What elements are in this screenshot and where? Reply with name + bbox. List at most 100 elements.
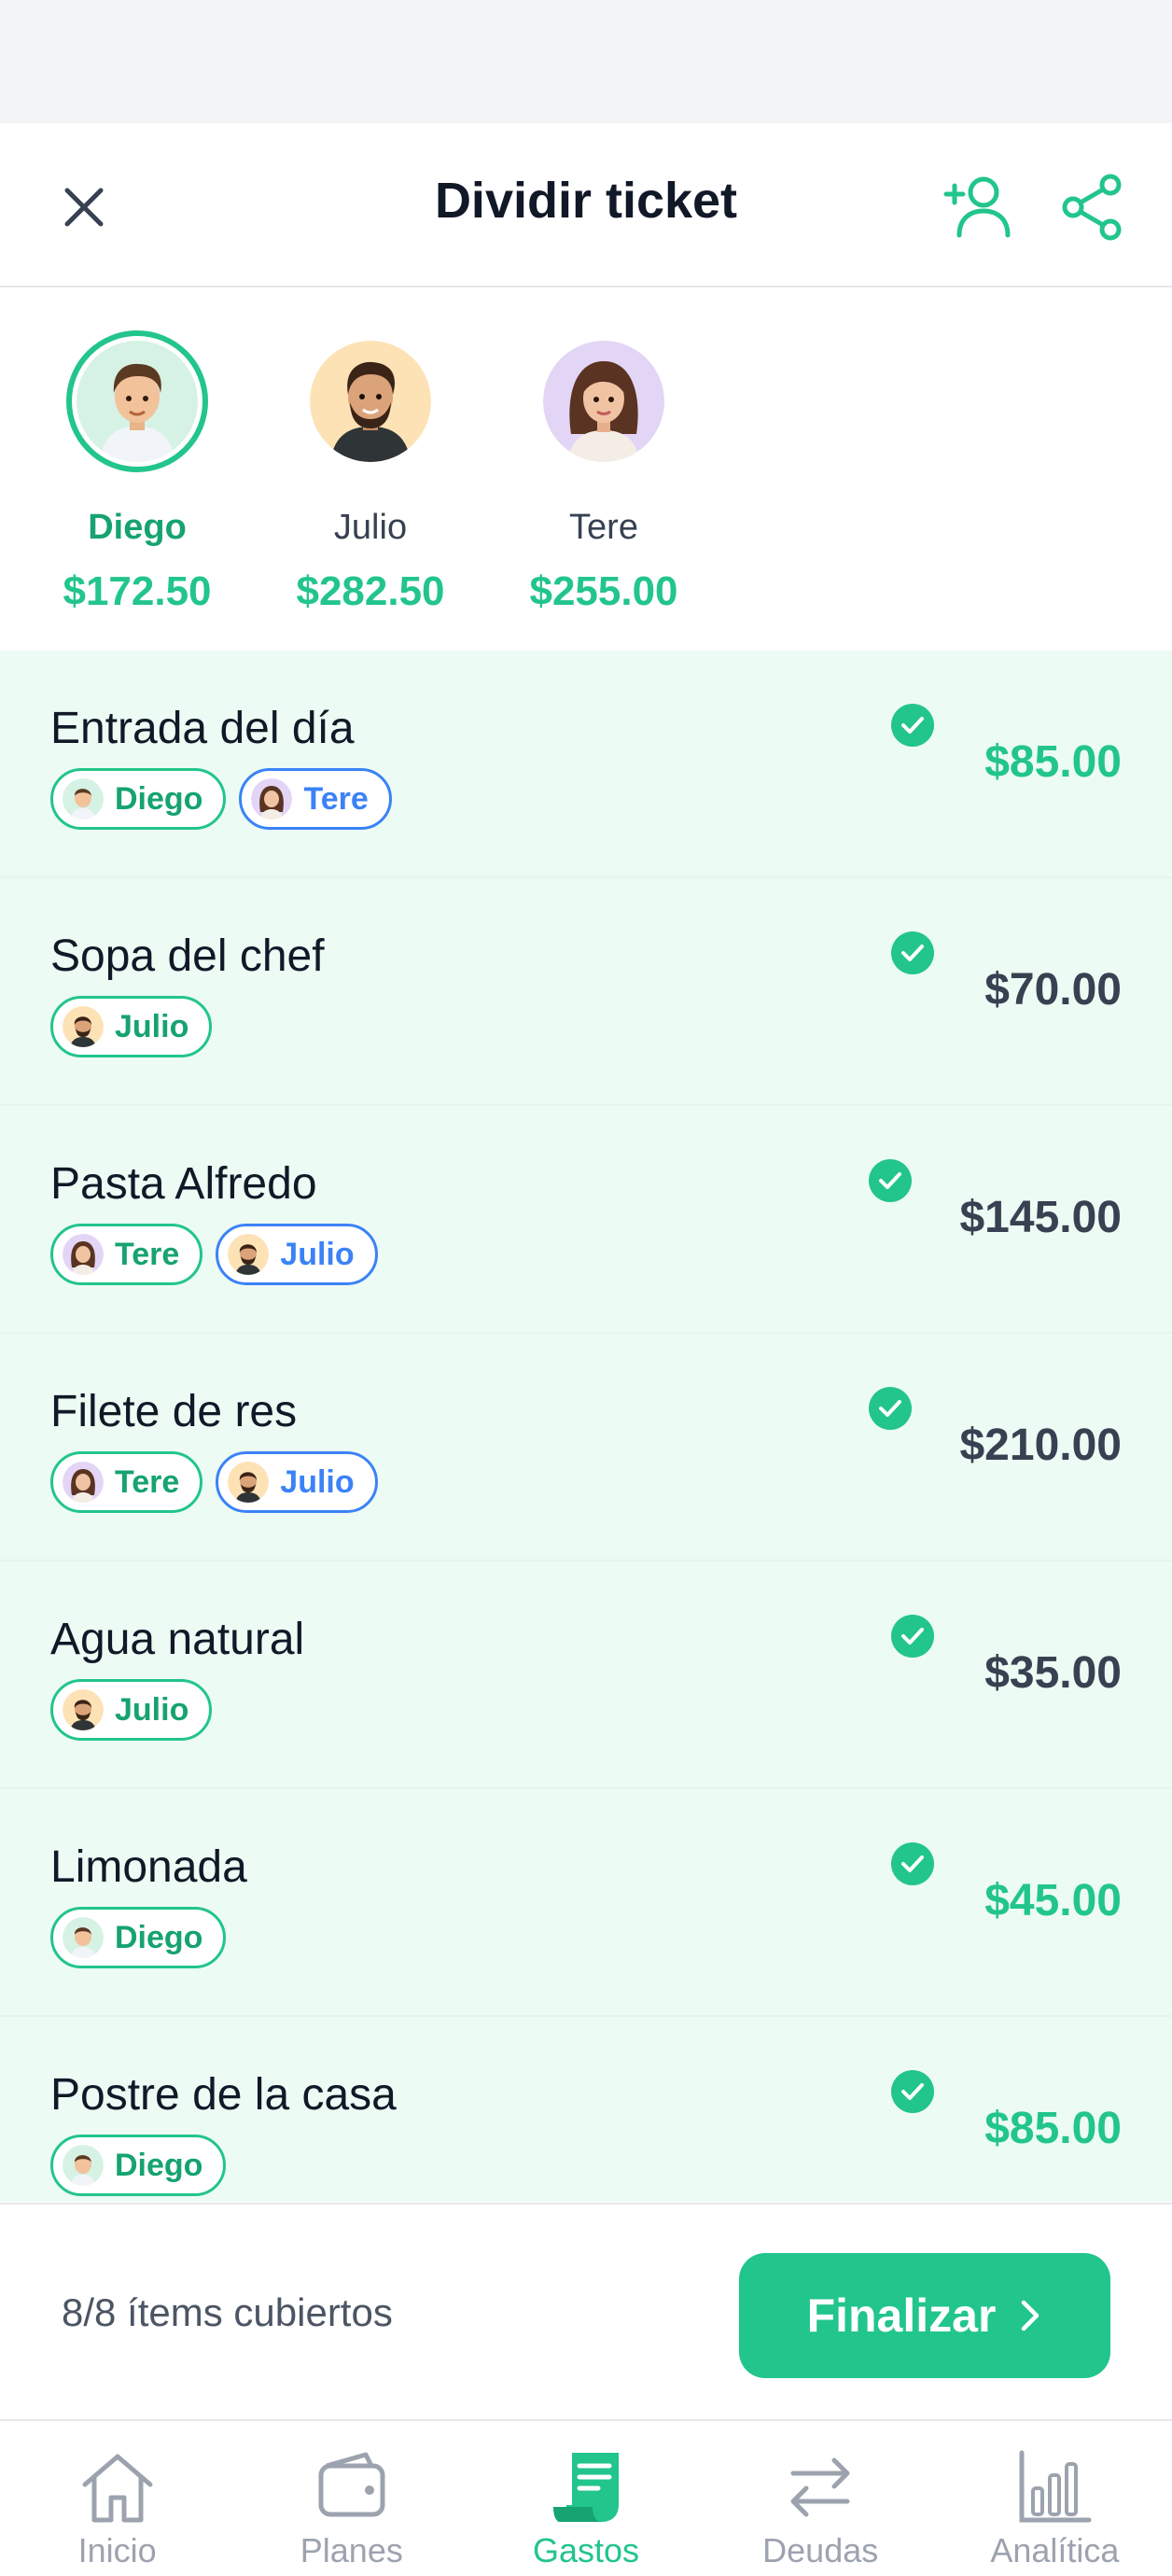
tab-label: Inicio xyxy=(77,2531,157,2569)
finalize-label: Finalizar xyxy=(806,2289,997,2342)
tab-deudas[interactable]: Deudas xyxy=(704,2421,938,2576)
add-user-icon xyxy=(943,176,1011,238)
finalize-button[interactable]: Finalizar xyxy=(739,2253,1110,2378)
assignee-chips: Julio xyxy=(50,1679,213,1741)
share-button[interactable] xyxy=(1054,170,1129,245)
item-name: Limonada xyxy=(50,1842,247,1892)
items-list: Entrada del día Diego Tere $85.00 Sopa d… xyxy=(0,651,1172,2202)
item-name: Filete de res xyxy=(50,1387,298,1436)
tab-gastos[interactable]: Gastos xyxy=(468,2421,703,2576)
julio-avatar xyxy=(310,341,431,462)
check-icon xyxy=(869,1159,912,1202)
list-item[interactable]: Limonada Diego $45.00 xyxy=(0,1789,1172,2017)
transfer-icon xyxy=(790,2457,850,2517)
check-icon xyxy=(891,931,934,974)
status-bar-area xyxy=(0,0,1172,123)
item-price: $70.00 xyxy=(984,965,1122,1015)
tab-label: Analítica xyxy=(990,2531,1120,2569)
chip-tere[interactable]: Tere xyxy=(239,768,392,830)
list-item[interactable]: Pasta Alfredo Tere Julio $145.00 xyxy=(0,1106,1172,1334)
item-name: Agua natural xyxy=(50,1615,305,1664)
tab-label: Gastos xyxy=(532,2531,640,2569)
assignee-chips: Julio xyxy=(50,996,213,1057)
chip-label: Diego xyxy=(115,1919,203,1955)
avatar-ring xyxy=(533,330,675,472)
diego-avatar xyxy=(63,2145,104,2186)
tab-analitica[interactable]: Analítica xyxy=(938,2421,1172,2576)
check-icon xyxy=(891,704,934,747)
check-icon xyxy=(891,1842,934,1885)
check-icon xyxy=(891,2070,934,2113)
assignee-chips: Tere Julio xyxy=(50,1451,378,1513)
tab-planes[interactable]: Planes xyxy=(234,2421,468,2576)
chip-label: Diego xyxy=(115,2147,203,2183)
person-name: Julio xyxy=(333,508,408,547)
julio-avatar xyxy=(228,1234,270,1275)
assignee-chips: Diego xyxy=(50,2135,227,2196)
avatar-ring xyxy=(66,330,208,472)
person-amount: $172.50 xyxy=(63,568,212,614)
avatar-ring xyxy=(300,330,441,472)
chip-label: Tere xyxy=(303,780,369,817)
chip-julio[interactable]: Julio xyxy=(216,1451,378,1513)
person-name: Tere xyxy=(569,508,638,547)
list-item[interactable]: Agua natural Julio $35.00 xyxy=(0,1561,1172,1789)
tere-avatar xyxy=(543,341,664,462)
list-item[interactable]: Sopa del chef Julio $70.00 xyxy=(0,878,1172,1106)
person-tere[interactable]: Tere $255.00 xyxy=(487,330,720,615)
add-person-button[interactable] xyxy=(942,170,1017,245)
item-price: $45.00 xyxy=(984,1876,1122,1925)
item-price: $85.00 xyxy=(984,737,1122,787)
chip-label: Tere xyxy=(115,1463,180,1500)
list-item[interactable]: Postre de la casa Diego $85.00 xyxy=(0,2017,1172,2202)
chip-diego[interactable]: Diego xyxy=(50,1907,227,1968)
chip-tere[interactable]: Tere xyxy=(50,1451,203,1513)
item-price: $145.00 xyxy=(959,1193,1122,1242)
julio-avatar xyxy=(63,1006,104,1047)
chip-tere[interactable]: Tere xyxy=(50,1224,203,1285)
check-icon xyxy=(869,1387,912,1430)
assignee-chips: Tere Julio xyxy=(50,1224,378,1285)
home-icon xyxy=(82,2454,153,2523)
bar-chart-icon xyxy=(1019,2450,1092,2523)
chip-diego[interactable]: Diego xyxy=(50,2135,227,2196)
chip-label: Julio xyxy=(280,1236,355,1272)
tab-inicio[interactable]: Inicio xyxy=(0,2421,234,2576)
chip-label: Julio xyxy=(280,1463,355,1500)
list-item[interactable]: Entrada del día Diego Tere $85.00 xyxy=(0,651,1172,878)
chip-label: Diego xyxy=(115,780,203,817)
item-price: $85.00 xyxy=(984,2104,1122,2153)
item-price: $35.00 xyxy=(984,1648,1122,1698)
tere-avatar xyxy=(251,778,293,819)
receipt-icon xyxy=(553,2453,619,2522)
chip-julio[interactable]: Julio xyxy=(50,996,213,1057)
person-diego[interactable]: Diego $172.50 xyxy=(21,330,254,615)
chip-label: Tere xyxy=(115,1236,180,1272)
top-bar: Dividir ticket xyxy=(0,123,1172,287)
bottom-tab-bar: Inicio Planes Gastos Deudas Analítica xyxy=(0,2419,1172,2576)
person-name: Diego xyxy=(88,508,187,547)
chip-diego[interactable]: Diego xyxy=(50,768,227,830)
diego-avatar xyxy=(77,341,198,462)
item-name: Postre de la casa xyxy=(50,2070,397,2120)
items-covered-text: 8/8 ítems cubiertos xyxy=(62,2290,393,2334)
chip-label: Julio xyxy=(115,1691,189,1728)
julio-avatar xyxy=(63,1689,104,1730)
item-name: Sopa del chef xyxy=(50,931,325,981)
people-selector: Diego $172.50 Julio $282.50 Tere $255.00 xyxy=(0,289,1172,650)
diego-avatar xyxy=(63,778,104,819)
assignee-chips: Diego xyxy=(50,1907,227,1968)
tere-avatar xyxy=(63,1462,104,1503)
list-item[interactable]: Filete de res Tere Julio $210.00 xyxy=(0,1334,1172,1561)
assignee-chips: Diego Tere xyxy=(50,768,392,830)
person-julio[interactable]: Julio $282.50 xyxy=(254,330,487,615)
chip-julio[interactable]: Julio xyxy=(50,1679,213,1741)
chevron-right-icon xyxy=(1022,2300,1039,2331)
chip-julio[interactable]: Julio xyxy=(216,1224,378,1285)
wallet-icon xyxy=(318,2452,385,2517)
tab-label: Deudas xyxy=(762,2531,879,2569)
item-name: Pasta Alfredo xyxy=(50,1159,317,1209)
item-name: Entrada del día xyxy=(50,704,355,753)
share-icon xyxy=(1062,174,1122,241)
summary-footer: 8/8 ítems cubiertos Finalizar xyxy=(0,2203,1172,2417)
